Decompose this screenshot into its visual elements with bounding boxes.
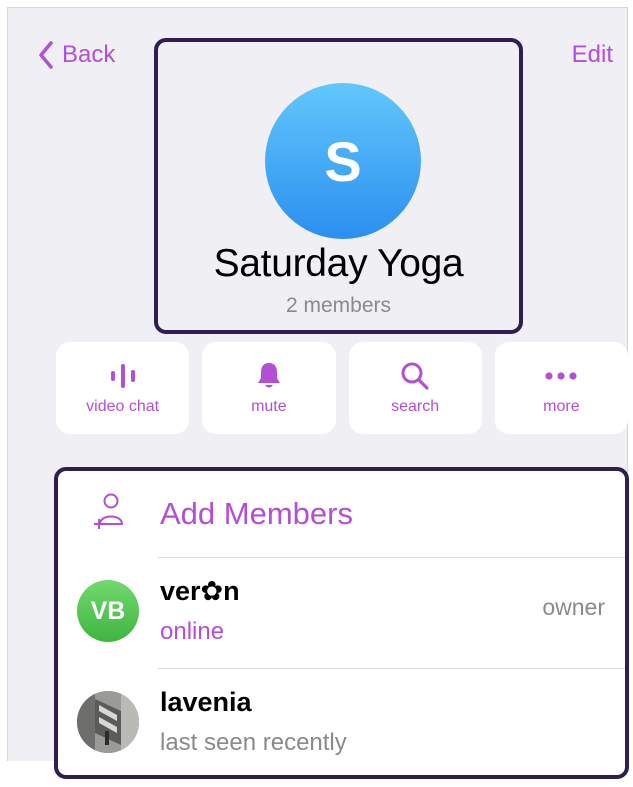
member-count: 2 members: [285, 294, 392, 317]
member-role: owner: [542, 594, 605, 620]
member-status: last seen recently: [160, 729, 347, 756]
group-info-screen: Back Edit S Saturday Yoga 2 members vide…: [7, 7, 629, 779]
more-label: more: [543, 398, 580, 415]
member-row[interactable]: lavenia last seen recently: [58, 669, 625, 775]
bell-icon: [256, 360, 282, 392]
member-name: ver✿n: [160, 576, 240, 606]
mute-button[interactable]: mute: [202, 342, 336, 434]
voice-wave-icon: [108, 360, 138, 392]
search-button[interactable]: search: [348, 342, 482, 434]
more-button[interactable]: more: [494, 342, 628, 434]
video-chat-label: video chat: [86, 398, 160, 415]
member-row[interactable]: VB ver✿n online owner: [58, 558, 625, 668]
avatar: [77, 691, 139, 753]
back-button[interactable]: Back: [38, 37, 115, 73]
add-members-label: Add Members: [160, 496, 353, 531]
avatar-initials: VB: [90, 596, 126, 625]
video-chat-button[interactable]: video chat: [56, 342, 190, 434]
action-buttons: video chat mute search more: [56, 342, 628, 434]
member-name: lavenia: [160, 687, 252, 717]
search-icon: [400, 360, 430, 392]
chat-header: S Saturday Yoga 2 members: [154, 38, 523, 334]
avatar: VB: [77, 580, 139, 642]
add-members-button[interactable]: Add Members: [58, 471, 625, 557]
search-label: search: [391, 398, 440, 415]
group-title: Saturday Yoga: [213, 242, 464, 285]
group-avatar[interactable]: S: [265, 83, 421, 239]
profile-photo-icon: [77, 691, 139, 753]
member-status: online: [160, 618, 225, 645]
mute-label: mute: [251, 398, 287, 415]
members-section: Add Members VB ver✿n online owner laveni…: [54, 467, 629, 779]
chevron-left-icon: [39, 41, 53, 69]
more-dots-icon: [544, 360, 578, 392]
add-person-icon: [92, 492, 123, 537]
group-avatar-letter: S: [324, 129, 362, 193]
back-label: Back: [62, 41, 116, 68]
edit-button[interactable]: Edit: [572, 41, 613, 69]
